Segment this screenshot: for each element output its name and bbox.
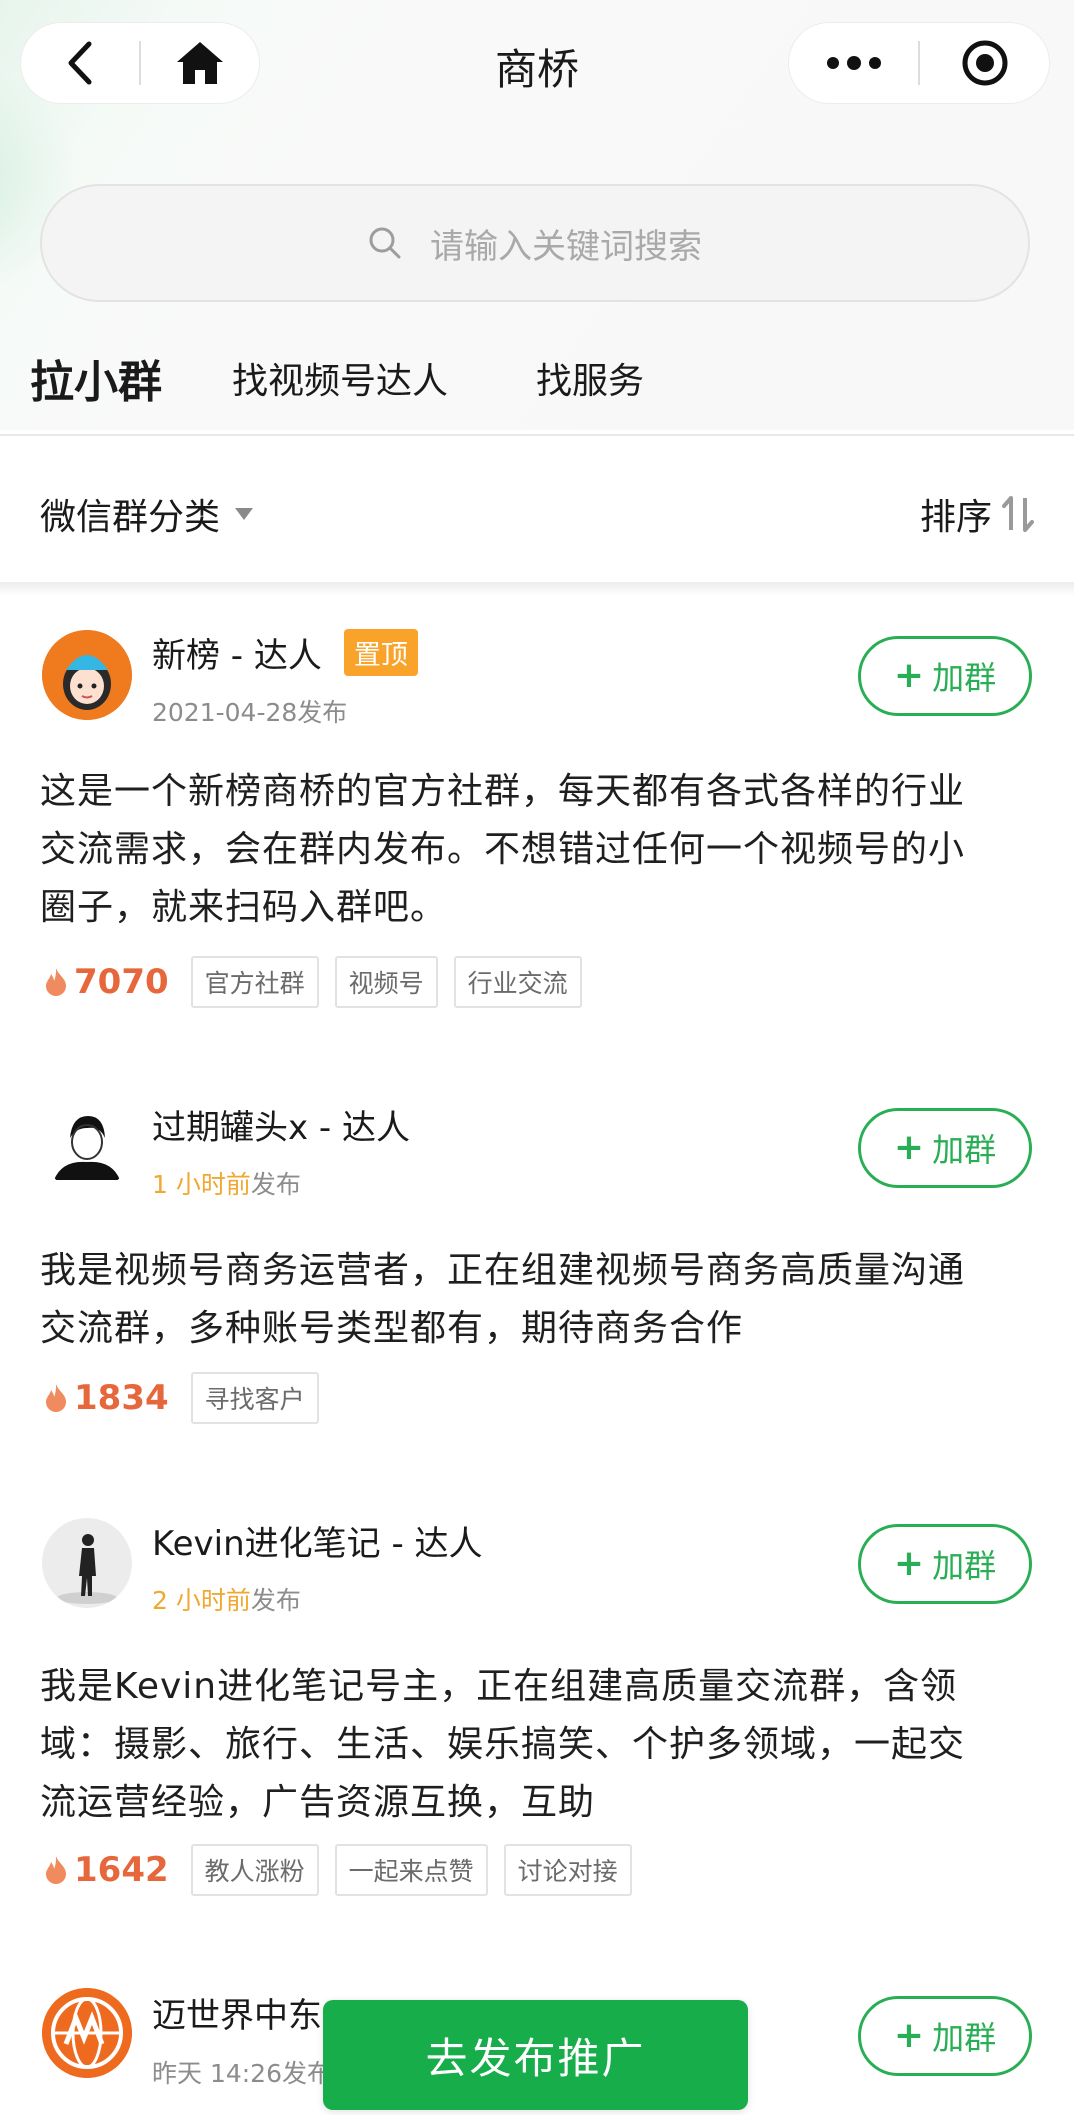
search-input[interactable]: 请输入关键词搜索 xyxy=(40,184,1030,302)
post-description-line: 流运营经验，广告资源互换，互助 xyxy=(40,1782,596,1823)
post-description-line: 圈子，就来扫码入群吧。 xyxy=(40,887,448,928)
sort-icon xyxy=(1002,496,1034,532)
filter-bar: 微信群分类 排序 xyxy=(0,436,1074,584)
flame-icon xyxy=(46,968,66,996)
post-time: 2 小时前发布 xyxy=(152,1581,301,1617)
silhouette-avatar-icon xyxy=(42,1518,132,1608)
post-author[interactable]: Kevin进化笔记 - 达人 xyxy=(152,1516,483,1565)
tab-pull-group[interactable]: 拉小群 xyxy=(30,346,162,410)
post-description-line: 域：摄影、旅行、生活、娱乐搞笑、个护多领域，一起交 xyxy=(40,1724,966,1765)
join-group-label: 加群 xyxy=(932,1547,997,1585)
plus-icon: + xyxy=(893,1127,925,1168)
post-time: 2021-04-28发布 xyxy=(152,693,347,729)
post-description-line: 我是视频号商务运营者，正在组建视频号商务高质量沟通 xyxy=(40,1250,966,1291)
post-description-line: 交流需求，会在群内发布。不想错过任何一个视频号的小 xyxy=(40,829,966,870)
post-description-line: 这是一个新榜商桥的官方社群，每天都有各式各样的行业 xyxy=(40,771,966,812)
post-stats: 1834 寻找客户 xyxy=(44,1372,319,1424)
avatar xyxy=(42,1988,132,2078)
flame-icon xyxy=(46,1856,66,1884)
post-description: 我是Kevin进化笔记号主，正在组建高质量交流群，含领 域：摄影、旅行、生活、娱… xyxy=(40,1658,1035,1832)
post-tag[interactable]: 寻找客户 xyxy=(190,1372,319,1424)
post-time-suffix: 发布 xyxy=(250,1586,301,1615)
post-time-suffix: 发布 xyxy=(297,698,348,727)
cartoon-girl-avatar-icon xyxy=(42,630,132,720)
author-name: 迈世界中东 xyxy=(152,1996,322,2036)
post-tag[interactable]: 行业交流 xyxy=(453,956,582,1008)
post-stats: 7070 官方社群 视频号 行业交流 xyxy=(44,956,582,1008)
sketch-boy-avatar-icon xyxy=(42,1102,132,1192)
post-description-line: 交流群，多种账号类型都有，期待商务合作 xyxy=(40,1308,744,1349)
post-tag[interactable]: 视频号 xyxy=(334,956,438,1008)
join-group-button[interactable]: + 加群 xyxy=(858,1524,1032,1604)
author-name: Kevin进化笔记 - 达人 xyxy=(152,1524,483,1564)
more-button[interactable] xyxy=(789,23,918,103)
post-author[interactable]: 迈世界中东 xyxy=(152,1988,322,2037)
join-group-button[interactable]: + 加群 xyxy=(858,636,1032,716)
post-tag[interactable]: 讨论对接 xyxy=(503,1844,632,1896)
popularity: 1834 xyxy=(44,1378,169,1418)
post-time-value: 昨天 14:26 xyxy=(152,2059,282,2088)
author-name: 新榜 - 达人 xyxy=(152,636,322,676)
popularity-count: 1642 xyxy=(74,1850,169,1890)
join-group-label: 加群 xyxy=(932,659,997,697)
tab-bar: 拉小群 找视频号达人 找服务 xyxy=(0,352,1074,440)
author-name: 过期罐头x - 达人 xyxy=(152,1108,411,1148)
popularity-count: 7070 xyxy=(74,962,169,1002)
popularity: 7070 xyxy=(44,962,169,1002)
join-group-button[interactable]: + 加群 xyxy=(858,1108,1032,1188)
post-author[interactable]: 新榜 - 达人 置顶 xyxy=(152,628,418,677)
plus-icon: + xyxy=(893,655,925,696)
post-time: 1 小时前发布 xyxy=(152,1165,301,1201)
post-tag[interactable]: 官方社群 xyxy=(190,956,319,1008)
post-time: 昨天 14:26发布 xyxy=(152,2054,332,2090)
plus-icon: + xyxy=(893,2015,925,2056)
post-time-value: 1 小时前 xyxy=(152,1170,251,1199)
publish-promotion-button[interactable]: 去发布推广 xyxy=(323,2000,748,2110)
join-group-label: 加群 xyxy=(932,1131,997,1169)
target-icon xyxy=(962,40,1007,86)
avatar xyxy=(42,1518,132,1608)
pinned-badge: 置顶 xyxy=(343,629,418,676)
post-time-value: 2021-04-28 xyxy=(152,698,298,727)
post-time-value: 2 小时前 xyxy=(152,1586,251,1615)
category-filter-label: 微信群分类 xyxy=(40,497,221,538)
page: 商桥 请输入关键词搜索 拉小群 找视频号达人 找服务 微信群分类 排序 新榜 -… xyxy=(0,0,1074,2115)
post-description: 这是一个新榜商桥的官方社群，每天都有各式各样的行业 交流需求，会在群内发布。不想… xyxy=(40,763,1035,937)
post-tag[interactable]: 一起来点赞 xyxy=(334,1844,488,1896)
search-placeholder: 请输入关键词搜索 xyxy=(430,226,702,267)
sort-button[interactable]: 排序 xyxy=(920,488,1034,540)
close-miniprogram-button[interactable] xyxy=(920,23,1049,103)
popularity: 1642 xyxy=(44,1850,169,1890)
post-stats: 1642 教人涨粉 一起来点赞 讨论对接 xyxy=(44,1844,632,1896)
post-description: 我是视频号商务运营者，正在组建视频号商务高质量沟通 交流群，多种账号类型都有，期… xyxy=(40,1242,1035,1358)
plus-icon: + xyxy=(893,1543,925,1584)
tab-find-services[interactable]: 找服务 xyxy=(536,352,644,404)
more-icon xyxy=(826,56,881,70)
avatar xyxy=(42,630,132,720)
category-filter[interactable]: 微信群分类 xyxy=(40,488,254,540)
popularity-count: 1834 xyxy=(74,1378,169,1418)
avatar xyxy=(42,1102,132,1192)
join-group-button[interactable]: + 加群 xyxy=(858,1996,1032,2076)
filter-shadow xyxy=(0,582,1074,596)
nav-capsule-right xyxy=(788,22,1050,104)
join-group-label: 加群 xyxy=(932,2019,997,2057)
caret-down-icon xyxy=(235,508,254,520)
post-time-suffix: 发布 xyxy=(250,1170,301,1199)
flame-icon xyxy=(46,1384,66,1412)
sort-label: 排序 xyxy=(919,497,992,538)
post-author[interactable]: 过期罐头x - 达人 xyxy=(152,1100,410,1149)
post-description-line: 我是Kevin进化笔记号主，正在组建高质量交流群，含领 xyxy=(40,1666,958,1707)
search-icon xyxy=(369,227,401,259)
tab-find-creators[interactable]: 找视频号达人 xyxy=(232,352,448,404)
post-tag[interactable]: 教人涨粉 xyxy=(190,1844,319,1896)
globe-logo-icon xyxy=(42,1988,132,2078)
